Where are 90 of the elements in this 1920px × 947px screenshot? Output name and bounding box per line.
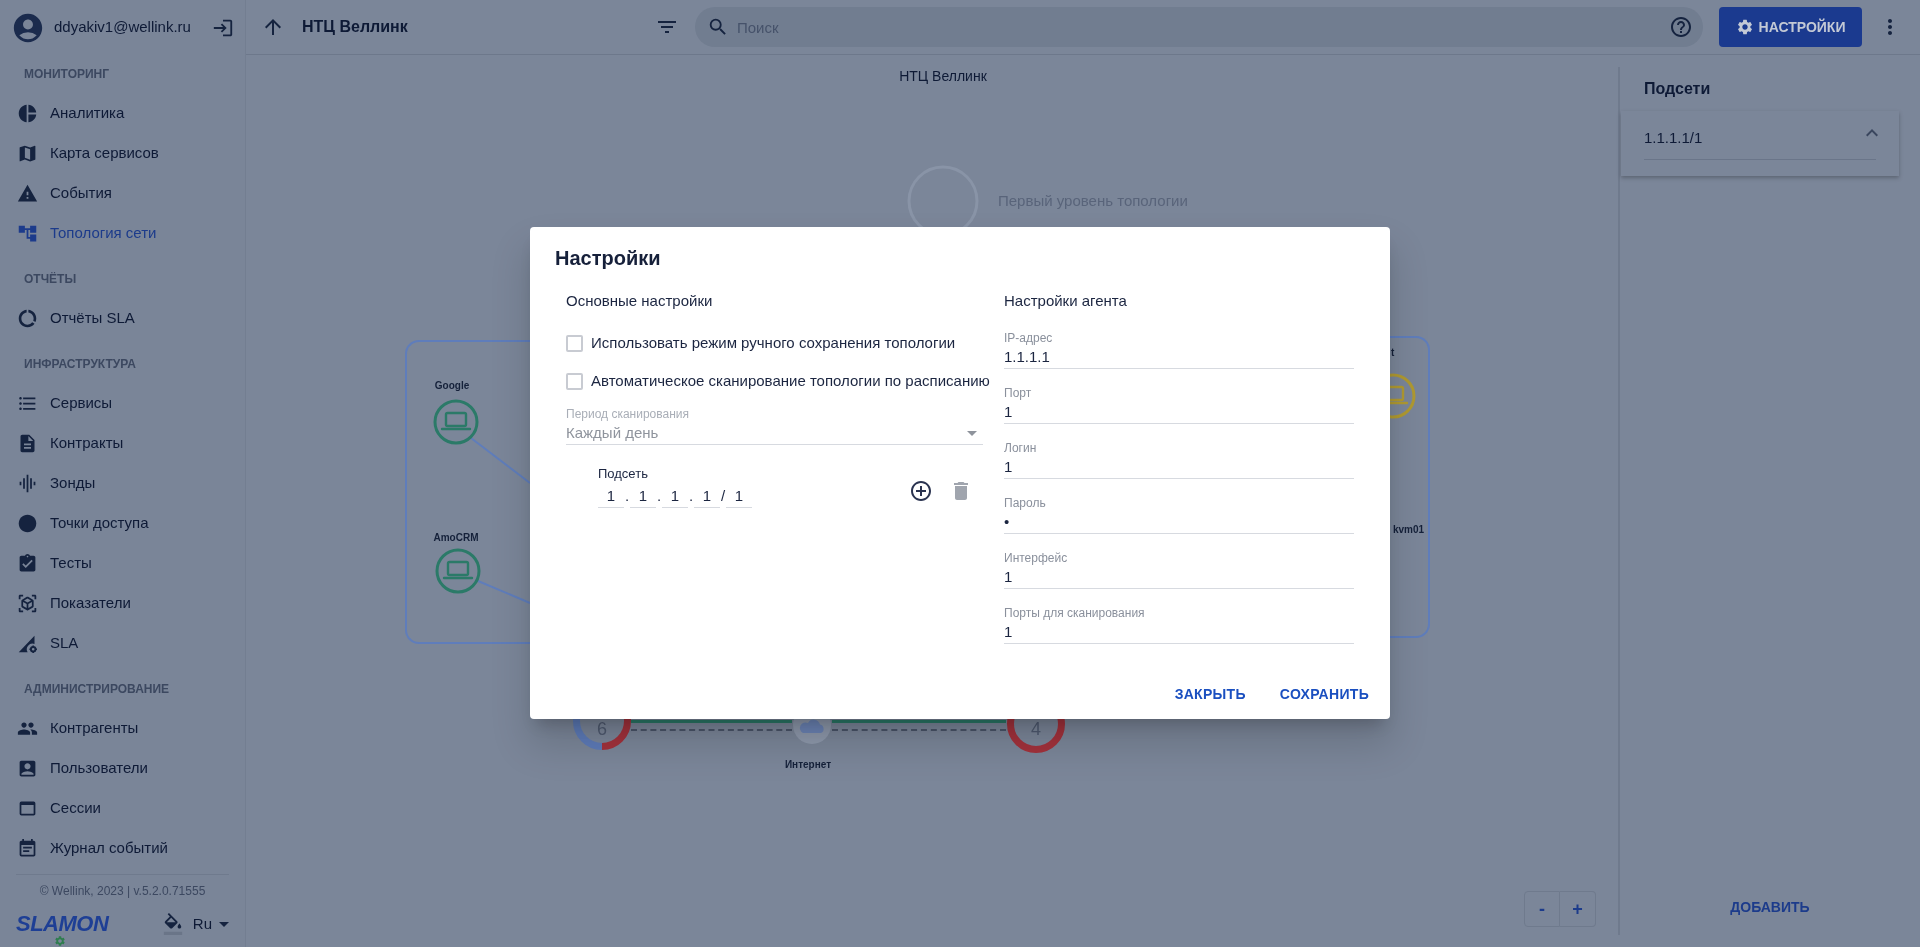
- field-label: IP-адрес: [1004, 331, 1053, 345]
- section-heading: Настройки агента: [1004, 292, 1127, 310]
- pie-chart-icon: [17, 102, 38, 124]
- octet-separator: .: [656, 486, 662, 506]
- cube-icon: [17, 592, 38, 614]
- section-heading: АДМИНИСТРИРОВАНИЕ: [24, 681, 170, 698]
- field-label: Логин: [1004, 441, 1037, 455]
- sidebar-item[interactable]: Зонды: [0, 463, 245, 503]
- sidebar-item[interactable]: Контракты: [0, 423, 245, 463]
- subnet-item[interactable]: 1.1.1.1/1: [1621, 111, 1899, 159]
- field-label: Интерфейс: [1004, 551, 1068, 565]
- octet-separator: /: [720, 486, 726, 506]
- connector-line: [477, 580, 531, 604]
- caret-icon: [219, 921, 229, 927]
- paint-bucket-icon[interactable]: [161, 913, 184, 935]
- sidebar-item[interactable]: SLA: [0, 623, 245, 663]
- octet-separator: .: [624, 486, 630, 506]
- text-field[interactable]: 1.1.1.1: [1004, 346, 1354, 369]
- field-label: Порты для сканирования: [1004, 606, 1145, 620]
- text-field[interactable]: 1: [1004, 456, 1354, 479]
- checkbox[interactable]: [566, 372, 583, 390]
- section-heading: МОНИТОРИНГ: [24, 66, 110, 83]
- laptop-node-icon[interactable]: [435, 548, 481, 594]
- text-field[interactable]: 1: [1004, 401, 1354, 424]
- node-label: AmoCRM: [433, 532, 479, 544]
- help-icon[interactable]: [1669, 15, 1693, 39]
- zoom-in-button[interactable]: +: [1560, 891, 1596, 927]
- octet-field[interactable]: 1: [662, 486, 688, 508]
- panel-title: Подсети: [1644, 80, 1711, 97]
- language-select[interactable]: Ru: [192, 912, 229, 936]
- sidebar-item[interactable]: Отчёты SLA: [0, 298, 245, 338]
- dialog-button[interactable]: СОХРАНИТЬ: [1271, 676, 1377, 712]
- sidebar-item[interactable]: Тесты: [0, 543, 245, 583]
- laptop-node-icon[interactable]: [1390, 373, 1417, 419]
- node-label: kvm01: [1393, 524, 1425, 536]
- field-label: Пароль: [1004, 496, 1046, 510]
- waveform-icon: [17, 472, 38, 494]
- level-node-icon[interactable]: [906, 164, 980, 227]
- octet-field[interactable]: 1: [598, 486, 624, 508]
- sidebar-item[interactable]: Аналитика: [0, 93, 245, 133]
- dialog-button[interactable]: ЗАКРЫТЬ: [1166, 676, 1254, 712]
- copyright-text: © Wellink, 2023 | v.5.2.0.71555: [39, 883, 206, 899]
- section-heading: ОТЧЁТЫ: [24, 271, 77, 288]
- document-icon: [17, 432, 38, 454]
- option-label: Использовать режим ручного сохранения топологии: [591, 332, 956, 353]
- checkbox[interactable]: [566, 334, 583, 352]
- octet-separator: .: [688, 486, 694, 506]
- sidebar-item[interactable]: Журнал событий: [0, 828, 245, 868]
- text-field[interactable]: 1: [1004, 566, 1354, 589]
- ring-chart-icon: [17, 307, 38, 329]
- gear-icon: [54, 935, 66, 947]
- sidebar-item[interactable]: Контрагенты: [0, 708, 245, 748]
- section-heading: Основные настройки: [566, 292, 713, 310]
- sidebar-item[interactable]: Пользователи: [0, 748, 245, 788]
- octet-field[interactable]: 1: [726, 486, 752, 508]
- sidebar-item[interactable]: Карта сервисов: [0, 133, 245, 173]
- connector-line: [470, 437, 531, 484]
- octet-field[interactable]: 1: [694, 486, 720, 508]
- add-button[interactable]: ДОБАВИТЬ: [1722, 889, 1818, 925]
- text-field[interactable]: •: [1004, 511, 1354, 534]
- canvas-title: НТЦ Веллинк: [899, 67, 987, 85]
- settings-icon: [1735, 18, 1754, 36]
- sidebar-item[interactable]: Топология сети: [0, 213, 245, 253]
- page-title: НТЦ Веллинк: [302, 17, 408, 37]
- sidebar-item[interactable]: Сервисы: [0, 383, 245, 423]
- logo: SLAMON: [16, 913, 109, 935]
- node-label: Google: [434, 380, 470, 392]
- node-label: Интернет: [784, 759, 832, 771]
- text-field[interactable]: 1: [1004, 621, 1354, 644]
- sidebar-item[interactable]: События: [0, 173, 245, 213]
- section-heading: ИНФРАСТРУКТУРА: [24, 356, 136, 373]
- octet-field[interactable]: 1: [630, 486, 656, 508]
- user-email: ddyakiv1@wellink.ru: [54, 17, 191, 38]
- clipboard-check-icon: [17, 552, 38, 574]
- option-label: Автоматическое сканирование топологии по расписанию: [591, 370, 990, 391]
- search-icon: [707, 16, 729, 38]
- dropdown-caret-icon: [967, 430, 977, 436]
- zoom-out-button[interactable]: -: [1524, 891, 1560, 927]
- warning-icon: [17, 182, 38, 204]
- calendar-note-icon: [17, 837, 38, 859]
- sidebar-item[interactable]: Точки доступа: [0, 503, 245, 543]
- dialog-title: Настройки: [555, 247, 661, 269]
- sidebar-item[interactable]: Сессии: [0, 788, 245, 828]
- laptop-node-icon[interactable]: [433, 399, 479, 445]
- circle-icon: [17, 512, 38, 534]
- field-label: Порт: [1004, 386, 1032, 400]
- settings-button[interactable]: НАСТРОЙКИ: [1719, 7, 1862, 47]
- node-label: t: [1391, 347, 1395, 359]
- sidebar-item[interactable]: Показатели: [0, 583, 245, 623]
- subnet-label: Подсеть: [598, 466, 648, 482]
